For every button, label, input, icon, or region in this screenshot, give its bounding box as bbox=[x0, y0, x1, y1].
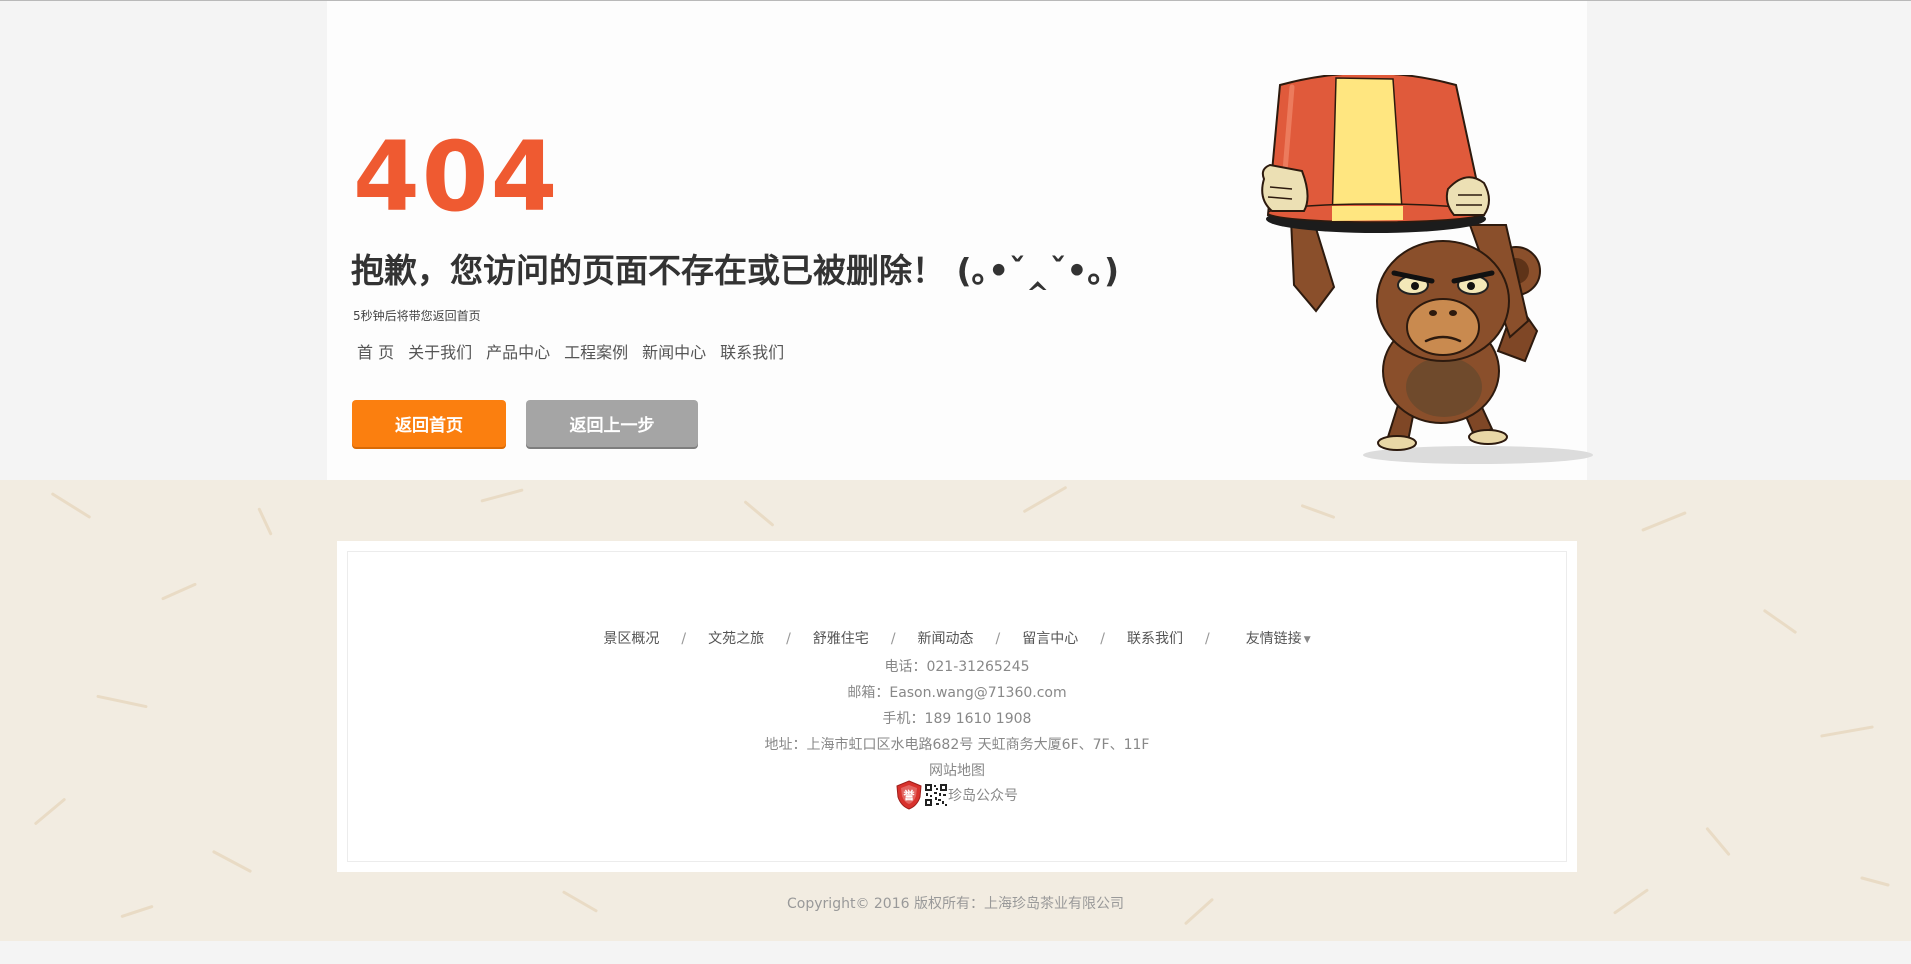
dropdown-caret-icon: ▼ bbox=[1303, 635, 1311, 645]
credibility-shield-icon[interactable]: 誉 bbox=[896, 780, 922, 810]
sitemap-link[interactable]: 网站地图 bbox=[929, 763, 985, 779]
footer-nav-residences[interactable]: 舒雅住宅 bbox=[813, 631, 869, 647]
quick-link-home[interactable]: 首 页 bbox=[357, 341, 394, 365]
quick-link-products[interactable]: 产品中心 bbox=[486, 341, 550, 365]
go-back-button[interactable]: 返回上一步 bbox=[526, 400, 698, 447]
footer-address: 地址：上海市虹口区水电路682号 天虹商务大厦6F、7F、11F bbox=[764, 737, 1150, 753]
badge-character: 誉 bbox=[903, 788, 916, 802]
quick-link-cases[interactable]: 工程案例 bbox=[564, 341, 628, 365]
footer-card: 景区概况 / 文苑之旅 / 舒雅住宅 / 新闻动态 / 留言中心 / 联系我们 / 友情链接 ▼ 电话：0… bbox=[337, 541, 1577, 872]
footer-nav-friend-links[interactable]: 友情链接 ▼ bbox=[1246, 631, 1311, 647]
footer-mobile: 手机：189 1610 1908 bbox=[882, 711, 1032, 727]
bottom-strip bbox=[0, 941, 1911, 964]
error-code: 404 bbox=[353, 121, 560, 233]
footer-inner-frame: 景区概况 / 文苑之旅 / 舒雅住宅 / 新闻动态 / 留言中心 / 联系我们 / 友情链接 ▼ 电话：0… bbox=[347, 551, 1567, 862]
footer-nav-separator: / bbox=[681, 631, 687, 647]
error-panel: 404 抱歉，您访问的页面不存在或已被删除！ (｡•ˇ‸ˇ•｡) 5秒钟后将带您… bbox=[327, 1, 1593, 480]
quick-link-contact[interactable]: 联系我们 bbox=[720, 341, 784, 365]
footer-nav-separator: / bbox=[995, 631, 1001, 647]
copyright-notice: Copyright© 2016 版权所有：上海珍岛茶业有限公司 bbox=[787, 896, 1124, 912]
footer-nav-message-center[interactable]: 留言中心 bbox=[1022, 631, 1078, 647]
back-to-home-button[interactable]: 返回首页 bbox=[352, 400, 506, 447]
footer-email: 邮箱：Eason.wang@71360.com bbox=[847, 685, 1067, 701]
footer-phone: 电话：021-31265245 bbox=[884, 659, 1030, 675]
footer-nav-separator: / bbox=[1204, 631, 1210, 647]
monkey-bucket-illustration bbox=[1261, 75, 1593, 464]
footer-badge-row: 誉 珍岛公众号 bbox=[348, 780, 1566, 810]
footer-nav-separator: / bbox=[1100, 631, 1105, 647]
error-message: 抱歉，您访问的页面不存在或已被删除！ (｡•ˇ‸ˇ•｡) bbox=[351, 251, 1120, 290]
footer-nav: 景区概况 / 文苑之旅 / 舒雅住宅 / 新闻动态 / 留言中心 / 联系我们 / 友情链接 ▼ bbox=[348, 629, 1566, 650]
footer-nav-separator: / bbox=[786, 631, 791, 647]
quick-links: 首 页 关于我们 产品中心 工程案例 新闻中心 联系我们 bbox=[357, 341, 798, 365]
footer-nav-culture-tour[interactable]: 文苑之旅 bbox=[708, 631, 764, 647]
footer-nav-news[interactable]: 新闻动态 bbox=[918, 631, 974, 647]
qr-code-icon[interactable] bbox=[924, 783, 948, 807]
friend-links-label: 友情链接 bbox=[1245, 631, 1302, 647]
footer-nav-scenic-overview[interactable]: 景区概况 bbox=[603, 631, 659, 647]
footer-nav-contact[interactable]: 联系我们 bbox=[1127, 631, 1183, 647]
quick-link-about[interactable]: 关于我们 bbox=[408, 341, 472, 365]
wechat-account-label: 珍岛公众号 bbox=[948, 788, 1018, 804]
quick-link-news[interactable]: 新闻中心 bbox=[642, 341, 706, 365]
redirect-countdown-note: 5秒钟后将带您返回首页 bbox=[353, 309, 481, 323]
footer-nav-separator: / bbox=[890, 631, 896, 647]
